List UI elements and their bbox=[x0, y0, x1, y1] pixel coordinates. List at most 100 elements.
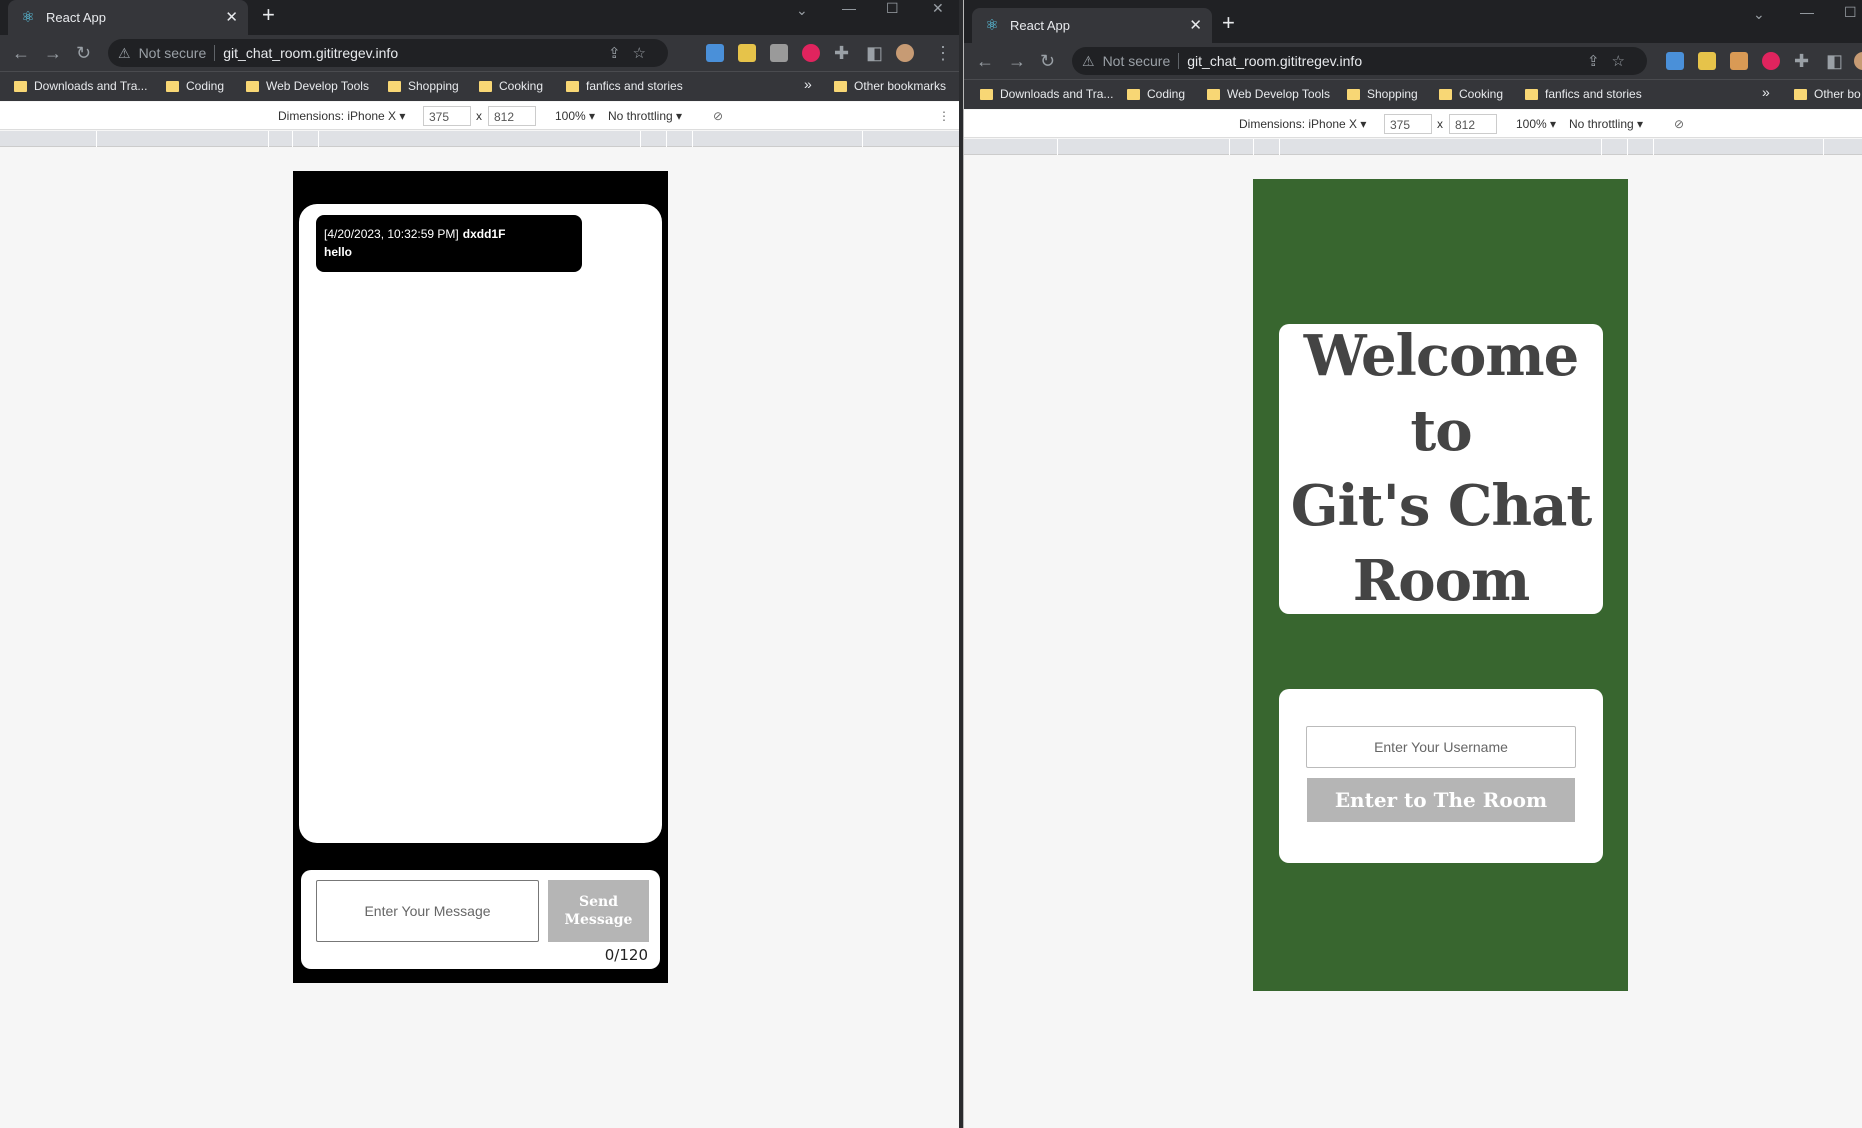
dimension-times: x bbox=[1437, 117, 1443, 131]
omnibox[interactable]: ⚠ Not secure git_chat_room.gititregev.in… bbox=[1072, 47, 1647, 75]
bookmark-shopping[interactable]: Shopping bbox=[1347, 87, 1418, 101]
bookmark-web-develop-tools[interactable]: Web Develop Tools bbox=[246, 79, 369, 93]
folder-icon bbox=[166, 80, 179, 92]
bookmark-downloads[interactable]: Downloads and Tra... bbox=[980, 87, 1113, 101]
url-text: git_chat_room.gititregev.info bbox=[223, 45, 399, 61]
ruler-segment[interactable] bbox=[1229, 139, 1230, 155]
zoom-select[interactable]: 100% ▾ bbox=[1516, 117, 1556, 131]
back-arrow-icon[interactable]: ← bbox=[12, 43, 30, 63]
bookmark-cooking[interactable]: Cooking bbox=[479, 79, 543, 93]
ruler-segment[interactable] bbox=[318, 131, 319, 147]
desktop: ⚛ React App ✕ + ⌄ — ☐ ✕ ← → ↻ ⚠ Not secu… bbox=[0, 0, 1862, 1128]
kebab-menu-icon[interactable]: ⋮ bbox=[934, 43, 952, 63]
enter-room-button[interactable]: Enter to The Room bbox=[1307, 778, 1575, 822]
extension-3-icon[interactable] bbox=[1730, 52, 1748, 70]
bookmark-cooking[interactable]: Cooking bbox=[1439, 87, 1503, 101]
message-composer: Enter Your Message Send Message 0/120 bbox=[301, 870, 660, 969]
ruler-segment[interactable] bbox=[292, 131, 293, 147]
omnibox[interactable]: ⚠ Not secure git_chat_room.gititregev.in… bbox=[108, 39, 668, 67]
bookmark-fanfics[interactable]: fanfics and stories bbox=[1525, 87, 1642, 101]
rotate-icon[interactable]: ⊘ bbox=[1674, 117, 1684, 131]
avatar[interactable] bbox=[1854, 52, 1862, 70]
tab-search-icon[interactable]: ⌄ bbox=[796, 2, 808, 19]
ruler-segment[interactable] bbox=[1601, 139, 1602, 155]
share-star-icons[interactable]: ⇪☆ bbox=[608, 44, 658, 62]
bookmark-web-develop-tools[interactable]: Web Develop Tools bbox=[1207, 87, 1330, 101]
maximize-icon[interactable]: ☐ bbox=[886, 0, 899, 17]
ruler-segment[interactable] bbox=[1253, 139, 1254, 155]
extensions-icon[interactable]: ✚ bbox=[834, 43, 849, 63]
rotate-icon[interactable]: ⊘ bbox=[713, 109, 723, 123]
media-query-ruler bbox=[964, 139, 1862, 155]
folder-icon bbox=[388, 80, 401, 92]
side-panel-icon[interactable]: ◧ bbox=[1826, 51, 1843, 71]
send-message-button[interactable]: Send Message bbox=[548, 880, 649, 942]
bookmark-fanfics[interactable]: fanfics and stories bbox=[566, 79, 683, 93]
ruler-segment[interactable] bbox=[1653, 139, 1654, 155]
extension-t-icon[interactable] bbox=[1762, 52, 1780, 70]
tab-close-icon[interactable]: ✕ bbox=[1189, 16, 1202, 34]
extensions-icon[interactable]: ✚ bbox=[1794, 51, 1809, 71]
ruler-segment[interactable] bbox=[1057, 139, 1058, 155]
bookmark-other[interactable]: Other bookmarks bbox=[834, 79, 946, 93]
device-height-input[interactable]: 812 bbox=[488, 106, 536, 126]
maximize-icon[interactable]: ☐ bbox=[1844, 4, 1857, 21]
device-more-icon[interactable]: ⋮ bbox=[938, 109, 950, 123]
tab-react-app[interactable]: ⚛ React App ✕ bbox=[8, 0, 248, 35]
message-input[interactable]: Enter Your Message bbox=[316, 880, 539, 942]
reload-icon[interactable]: ↻ bbox=[1040, 51, 1055, 71]
ruler-segment[interactable] bbox=[1823, 139, 1824, 155]
minimize-icon[interactable]: — bbox=[1800, 4, 1814, 20]
react-favicon-icon: ⚛ bbox=[985, 16, 999, 34]
device-height-input[interactable]: 812 bbox=[1449, 114, 1497, 134]
device-width-input[interactable]: 375 bbox=[1384, 114, 1432, 134]
share-star-icons[interactable]: ⇪☆ bbox=[1587, 52, 1637, 70]
device-width-input[interactable]: 375 bbox=[423, 106, 471, 126]
zoom-select[interactable]: 100% ▾ bbox=[555, 109, 595, 123]
device-dimensions-select[interactable]: Dimensions: iPhone X ▾ bbox=[1239, 117, 1366, 131]
ruler-segment[interactable] bbox=[96, 131, 97, 147]
ruler-segment[interactable] bbox=[268, 131, 269, 147]
side-panel-icon[interactable]: ◧ bbox=[866, 43, 883, 63]
ruler-segment[interactable] bbox=[692, 131, 693, 147]
ruler-segment[interactable] bbox=[1627, 139, 1628, 155]
extension-1-icon[interactable] bbox=[1666, 52, 1684, 70]
back-arrow-icon[interactable]: ← bbox=[976, 51, 994, 71]
username-input[interactable]: Enter Your Username bbox=[1306, 726, 1576, 768]
message-username: dxdd1F bbox=[462, 227, 506, 241]
ruler-segment[interactable] bbox=[1279, 139, 1280, 155]
tab-react-app[interactable]: ⚛ React App ✕ bbox=[972, 8, 1212, 43]
throttling-select[interactable]: No throttling ▾ bbox=[1569, 117, 1643, 131]
tab-search-icon[interactable]: ⌄ bbox=[1753, 6, 1765, 23]
bookmark-coding[interactable]: Coding bbox=[1127, 87, 1185, 101]
throttling-select[interactable]: No throttling ▾ bbox=[608, 109, 682, 123]
extension-download-icon[interactable] bbox=[738, 44, 756, 62]
window-close-icon[interactable]: ✕ bbox=[932, 0, 944, 17]
extension-3-icon[interactable] bbox=[770, 44, 788, 62]
new-tab-icon[interactable]: + bbox=[1222, 10, 1235, 36]
url-text: git_chat_room.gititregev.info bbox=[1187, 53, 1363, 69]
bookmarks-overflow-icon[interactable]: » bbox=[1762, 84, 1770, 100]
reload-icon[interactable]: ↻ bbox=[76, 43, 91, 63]
ruler-segment[interactable] bbox=[666, 131, 667, 147]
ruler-segment[interactable] bbox=[640, 131, 641, 147]
new-tab-icon[interactable]: + bbox=[262, 2, 275, 28]
bookmark-other[interactable]: Other bo bbox=[1794, 87, 1861, 101]
extension-t-icon[interactable] bbox=[802, 44, 820, 62]
forward-arrow-icon[interactable]: → bbox=[1008, 51, 1026, 71]
bookmark-coding[interactable]: Coding bbox=[166, 79, 224, 93]
forward-arrow-icon[interactable]: → bbox=[44, 43, 62, 63]
ruler-segment[interactable] bbox=[862, 131, 863, 147]
bookmark-shopping[interactable]: Shopping bbox=[388, 79, 459, 93]
message-timestamp: [4/20/2023, 10:32:59 PM] bbox=[324, 227, 459, 241]
bookmark-downloads[interactable]: Downloads and Tra... bbox=[14, 79, 147, 93]
avatar[interactable] bbox=[896, 44, 914, 62]
bookmarks-overflow-icon[interactable]: » bbox=[804, 76, 812, 92]
minimize-icon[interactable]: — bbox=[842, 0, 856, 16]
device-dimensions-select[interactable]: Dimensions: iPhone X ▾ bbox=[278, 109, 405, 123]
bookmark-label: Downloads and Tra... bbox=[1000, 87, 1114, 101]
extension-download-icon[interactable] bbox=[1698, 52, 1716, 70]
tab-close-icon[interactable]: ✕ bbox=[225, 8, 238, 26]
bookmark-label: Shopping bbox=[408, 79, 459, 93]
extension-1-icon[interactable] bbox=[706, 44, 724, 62]
